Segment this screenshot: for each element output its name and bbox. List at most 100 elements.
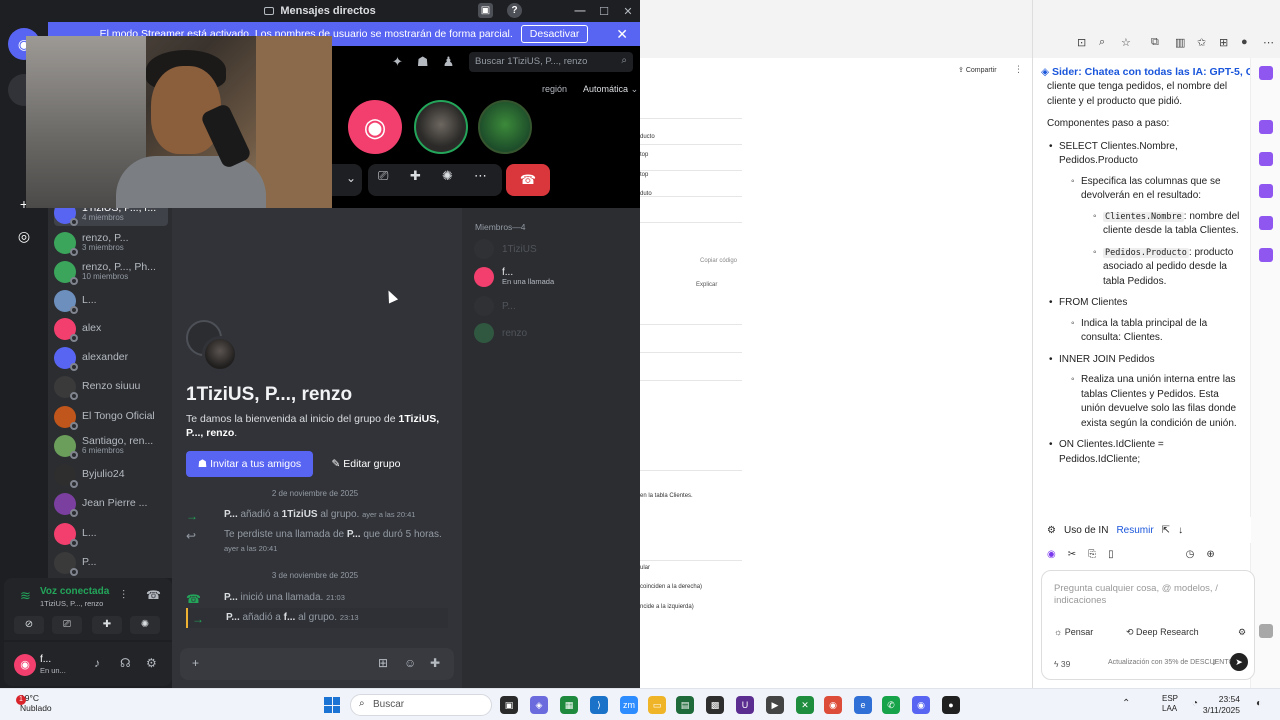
deactivate-button[interactable]: Desactivar (520, 25, 589, 43)
soundboard-button[interactable]: ✺ (130, 616, 160, 634)
invite-friends-button[interactable]: ☗ Invitar a tus amigos (186, 451, 313, 477)
dm-list-item[interactable]: alex (54, 316, 168, 342)
minecraft-icon[interactable]: ▩ (706, 696, 724, 714)
network-icon[interactable]: ◔ (1192, 698, 1198, 709)
obs-icon[interactable]: ● (942, 696, 960, 714)
store-icon[interactable]: ▦ (560, 696, 578, 714)
message-composer[interactable]: + ⊞ ☺ ✚ (180, 648, 454, 680)
star-icon[interactable]: ☆ (1121, 36, 1131, 49)
participant-avatar[interactable] (414, 100, 468, 154)
language-indicator[interactable]: ESP LAA (1162, 694, 1178, 715)
share-screen-button[interactable]: ⎚ (52, 616, 82, 634)
dm-list-item[interactable]: alexander (54, 345, 168, 371)
microphone-icon[interactable]: ♪ (94, 656, 100, 670)
scissors-icon[interactable]: ✂ (1068, 549, 1076, 560)
file-explorer-icon[interactable]: ▭ (648, 696, 666, 714)
pin-icon[interactable]: ✦ (392, 54, 403, 70)
members-icon[interactable]: ♟ (443, 54, 455, 70)
settings-icon[interactable]: ⚙ (1238, 627, 1246, 638)
dm-list-item[interactable]: P... (54, 550, 168, 576)
member-item[interactable]: renzo (474, 322, 634, 344)
model-selector-icon[interactable]: ◉ (1047, 549, 1056, 560)
msg-user[interactable]: P... (226, 612, 240, 623)
msg-user[interactable]: P... (347, 529, 361, 540)
attach-icon[interactable]: ⎘ (1088, 549, 1096, 560)
clock[interactable]: 23:54 3/11/2025 (1203, 694, 1240, 716)
maximize-button[interactable]: ☐ (592, 5, 616, 18)
dm-list-item[interactable]: 1TiziUS, P..., r...4 miembros (54, 208, 168, 226)
profile-avatar[interactable]: ● (1241, 36, 1248, 48)
app-icon[interactable]: U (736, 696, 754, 714)
book-icon[interactable]: ▯ (1108, 549, 1114, 560)
msg-user[interactable]: P... (224, 592, 238, 603)
translate-icon[interactable] (1259, 152, 1273, 166)
explain-button[interactable]: Explicar (696, 282, 717, 288)
dm-list-item[interactable]: Jean Pierre ... (54, 491, 168, 517)
chrome-icon[interactable]: ◉ (824, 696, 842, 714)
copilot-icon[interactable]: ◈ (530, 696, 548, 714)
emoji-icon[interactable]: ☺ (404, 656, 416, 670)
dm-list-item[interactable]: L... (54, 521, 168, 547)
image-icon[interactable] (1259, 248, 1273, 262)
banner-close-icon[interactable]: ✕ (616, 26, 628, 43)
translate-icon[interactable]: ⊡ (1077, 36, 1086, 49)
camera-off-button[interactable]: ⊘ (14, 616, 44, 634)
settings-gear-icon[interactable]: ⚙ (146, 656, 157, 670)
history-icon[interactable]: ◷ (1186, 549, 1195, 560)
add-member-icon[interactable]: ☗ (417, 54, 429, 70)
participant-avatar[interactable] (478, 100, 532, 154)
msg-target[interactable]: f... (284, 612, 296, 623)
sider-prompt-input[interactable]: Pregunta cualquier cosa, @ modelos, / in… (1041, 570, 1255, 680)
windows-start-icon[interactable] (324, 697, 340, 713)
notifications-icon[interactable]: ◐ (1256, 698, 1262, 709)
disconnect-icon[interactable]: ☎ (146, 588, 161, 602)
summarize-button[interactable]: Resumir (1116, 525, 1153, 536)
add-attachment-icon[interactable]: + (192, 656, 199, 670)
discord-taskbar-icon[interactable]: ◉ (912, 696, 930, 714)
write-icon[interactable] (1259, 120, 1273, 134)
explore-icon[interactable]: ◎ (8, 220, 40, 252)
whatsapp-icon[interactable]: ✆ (882, 696, 900, 714)
more-icon[interactable]: ⋯ (474, 168, 487, 184)
chat-icon[interactable] (1259, 66, 1273, 80)
microphone-icon[interactable]: ♪ (1212, 657, 1217, 668)
weather-widget[interactable]: 1 19°C Nublado (16, 693, 52, 713)
edit-group-button[interactable]: ✎ Editar grupo (326, 451, 406, 477)
use-label[interactable]: Uso de IN (1064, 525, 1108, 536)
region-selector[interactable]: región Automática ⌄ (542, 84, 638, 95)
terminal-icon[interactable]: ▶ (766, 696, 784, 714)
soundboard-icon[interactable]: ✺ (442, 168, 453, 184)
dm-list-item[interactable]: Santiago, ren... 6 miembros (54, 433, 168, 459)
export-icon[interactable]: ⇱ (1162, 525, 1170, 536)
collections-icon[interactable]: ⊞ (1219, 36, 1228, 49)
disconnect-button[interactable]: ☎ (506, 164, 550, 196)
member-item[interactable]: 1TiziUS (474, 238, 634, 260)
activities-button[interactable]: ✚ (92, 616, 122, 634)
participant-avatar[interactable]: ◉ (348, 100, 402, 154)
avatar[interactable]: ◉ (14, 654, 36, 676)
dm-list-item[interactable]: renzo, P... 3 miembros (54, 230, 168, 256)
dm-list-item[interactable]: renzo, P..., Ph... 10 miembros (54, 259, 168, 285)
send-button[interactable]: ➤ (1230, 653, 1248, 671)
search-input[interactable]: Buscar 1TiziUS, P..., renzo ⌕ (469, 52, 633, 72)
zoom-app-icon[interactable]: zm (620, 696, 638, 714)
scroll-down-icon[interactable]: ↓ (1178, 525, 1183, 536)
tray-chevron-icon[interactable]: ⌃ (1122, 698, 1130, 709)
minimize-button[interactable]: — (568, 5, 592, 17)
new-chat-icon[interactable]: ⊕ (1206, 549, 1214, 560)
msg-user[interactable]: P... (224, 509, 238, 520)
think-toggle[interactable]: ☼ Pensar (1054, 627, 1093, 637)
edge-icon[interactable]: e (854, 696, 872, 714)
settings-icon[interactable] (1259, 624, 1273, 638)
screen-share-icon[interactable]: ▣ (478, 3, 493, 18)
game-icon[interactable]: ▤ (676, 696, 694, 714)
search-icon[interactable] (1259, 184, 1273, 198)
member-item[interactable]: f... En una llamada (474, 266, 634, 288)
camera-toggle[interactable]: ⌄ (332, 164, 362, 196)
xbox-icon[interactable]: ✕ (796, 696, 814, 714)
activities-icon[interactable]: ✚ (410, 168, 421, 184)
favorites-icon[interactable]: ✩ (1197, 36, 1206, 49)
voice-channel[interactable]: 1TiziUS, P..., renzo (40, 599, 103, 608)
headphones-icon[interactable]: ☊ (120, 656, 131, 670)
task-view-icon[interactable]: ▣ (500, 696, 518, 714)
